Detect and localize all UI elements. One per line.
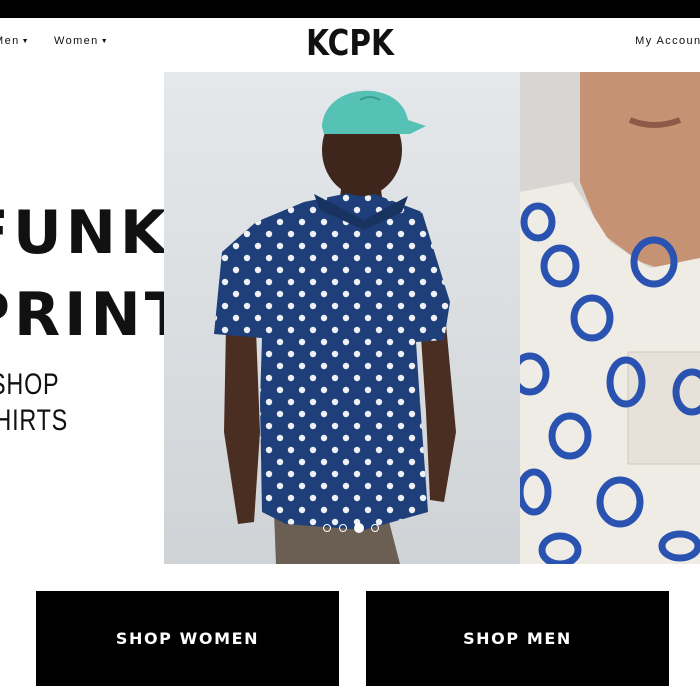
carousel-dot-2[interactable] xyxy=(339,524,347,532)
shop-men-button[interactable]: SHOP MEN xyxy=(366,591,669,686)
model-illustration xyxy=(214,90,456,564)
main-nav: Men▼ Women▼ KCPK My Account xyxy=(0,18,700,72)
carousel-dot-1[interactable] xyxy=(323,524,331,532)
carousel-dots xyxy=(323,522,383,534)
nav-men[interactable]: Men▼ xyxy=(0,35,30,47)
shop-men-label: SHOP MEN xyxy=(463,629,572,648)
my-account-link[interactable]: My Account xyxy=(635,35,700,47)
hero-carousel: FUNKY PRINTS SHOP SHIRTS xyxy=(0,72,700,564)
shop-women-label: SHOP WOMEN xyxy=(115,629,260,648)
model-illustration xyxy=(520,72,700,564)
top-bar xyxy=(0,0,700,18)
hero-image-blue-shirt[interactable] xyxy=(164,72,520,564)
carousel-dot-4[interactable] xyxy=(371,524,379,532)
nav-men-label: Men xyxy=(0,35,20,47)
hero-image-white-tee[interactable] xyxy=(520,72,700,564)
promo-link[interactable] xyxy=(0,72,164,564)
shop-women-button[interactable]: SHOP WOMEN xyxy=(36,591,339,686)
site-logo[interactable]: KCPK xyxy=(63,23,637,64)
chevron-down-icon: ▼ xyxy=(21,38,30,45)
promo-panel: FUNKY PRINTS SHOP SHIRTS xyxy=(0,72,164,564)
carousel-dot-3[interactable] xyxy=(354,523,364,533)
